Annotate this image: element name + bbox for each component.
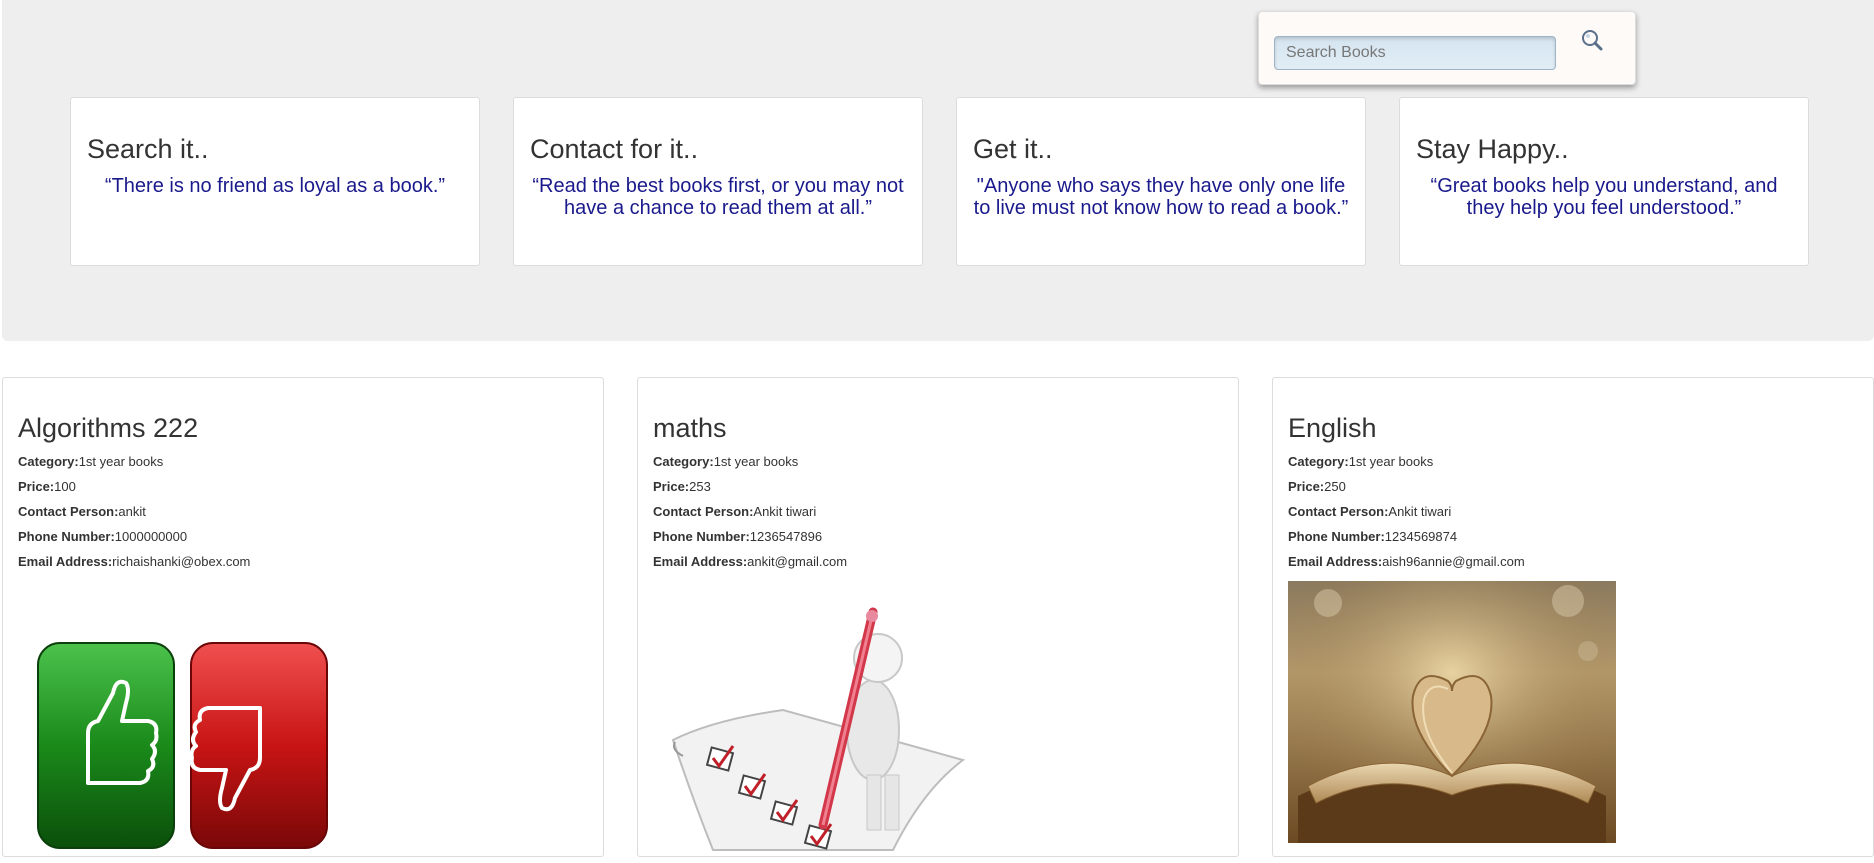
thumbs-up-down-image: [37, 642, 328, 849]
search-input[interactable]: [1274, 36, 1556, 70]
open-book-heart-image: [1288, 581, 1616, 843]
category-label: Category:: [18, 454, 79, 469]
book-card: maths Category:1st year books Price:253 …: [637, 377, 1239, 857]
book-price: Price:100: [18, 479, 588, 504]
contact-value: Ankit tiwari: [753, 504, 817, 519]
quote-card-happy: Stay Happy.. “Great books help you under…: [1399, 97, 1809, 266]
book-contact: Contact Person:ankit: [18, 504, 588, 529]
book-title: English: [1288, 413, 1377, 443]
book-email: Email Address:ankit@gmail.com: [653, 554, 1223, 579]
quote-title: Contact for it..: [530, 134, 699, 164]
book-category: Category:1st year books: [1288, 454, 1858, 479]
price-value: 250: [1324, 479, 1346, 494]
book-phone: Phone Number:1236547896: [653, 529, 1223, 554]
contact-value: Ankit tiwari: [1388, 504, 1452, 519]
email-label: Email Address:: [653, 554, 748, 569]
quote-title: Stay Happy..: [1416, 134, 1569, 164]
phone-label: Phone Number:: [653, 529, 750, 544]
book-contact: Contact Person:Ankit tiwari: [653, 504, 1223, 529]
category-label: Category:: [1288, 454, 1349, 469]
book-price: Price:253: [653, 479, 1223, 504]
phone-value: 1234569874: [1384, 529, 1458, 544]
contact-label: Contact Person:: [1288, 504, 1389, 519]
search-box: [1258, 11, 1636, 85]
book-category: Category:1st year books: [18, 454, 588, 479]
checklist-figure-image: [671, 607, 966, 851]
category-value: 1st year books: [713, 454, 799, 469]
book-phone: Phone Number:1000000000: [18, 529, 588, 554]
hero-section: Search it.. “There is no friend as loyal…: [2, 0, 1874, 341]
email-label: Email Address:: [18, 554, 113, 569]
quote-card-contact: Contact for it.. “Read the best books fi…: [513, 97, 923, 266]
contact-label: Contact Person:: [18, 504, 119, 519]
price-label: Price:: [653, 479, 690, 494]
price-label: Price:: [18, 479, 55, 494]
category-value: 1st year books: [1348, 454, 1434, 469]
quote-text: “There is no friend as loyal as a book.”: [104, 175, 446, 197]
quote-title: Get it..: [973, 134, 1053, 164]
book-contact: Contact Person:Ankit tiwari: [1288, 504, 1858, 529]
book-price: Price:250: [1288, 479, 1858, 504]
book-title: maths: [653, 413, 727, 443]
category-value: 1st year books: [78, 454, 164, 469]
phone-value: 1236547896: [749, 529, 823, 544]
book-info: Category:1st year books Price:253 Contac…: [653, 454, 1223, 579]
book-info: Category:1st year books Price:250 Contac…: [1288, 454, 1858, 579]
email-value: aish96annie@gmail.com: [1382, 554, 1525, 569]
email-value: richaishanki@obex.com: [112, 554, 251, 569]
book-category: Category:1st year books: [653, 454, 1223, 479]
book-phone: Phone Number:1234569874: [1288, 529, 1858, 554]
price-label: Price:: [1288, 479, 1325, 494]
phone-label: Phone Number:: [18, 529, 115, 544]
contact-value: ankit: [118, 504, 146, 519]
contact-label: Contact Person:: [653, 504, 754, 519]
phone-label: Phone Number:: [1288, 529, 1385, 544]
book-card: Algorithms 222 Category:1st year books P…: [2, 377, 604, 857]
phone-value: 1000000000: [114, 529, 188, 544]
price-value: 100: [54, 479, 76, 494]
email-value: ankit@gmail.com: [747, 554, 848, 569]
book-info: Category:1st year books Price:100 Contac…: [18, 454, 588, 579]
category-label: Category:: [653, 454, 714, 469]
book-email: Email Address:richaishanki@obex.com: [18, 554, 588, 579]
quote-card-search: Search it.. “There is no friend as loyal…: [70, 97, 480, 266]
search-button[interactable]: [1577, 26, 1609, 58]
book-title: Algorithms 222: [18, 413, 199, 443]
book-email: Email Address:aish96annie@gmail.com: [1288, 554, 1858, 579]
price-value: 253: [689, 479, 711, 494]
search-icon: [1582, 30, 1603, 51]
quote-text: “Great books help you understand, and th…: [1430, 175, 1778, 219]
quote-text: “Read the best books first, or you may n…: [532, 175, 904, 219]
quote-text: "Anyone who says they have only one life…: [973, 175, 1349, 219]
email-label: Email Address:: [1288, 554, 1383, 569]
quote-title: Search it..: [87, 134, 209, 164]
quote-card-get: Get it.. "Anyone who says they have only…: [956, 97, 1366, 266]
book-card: English Category:1st year books Price:25…: [1272, 377, 1874, 857]
